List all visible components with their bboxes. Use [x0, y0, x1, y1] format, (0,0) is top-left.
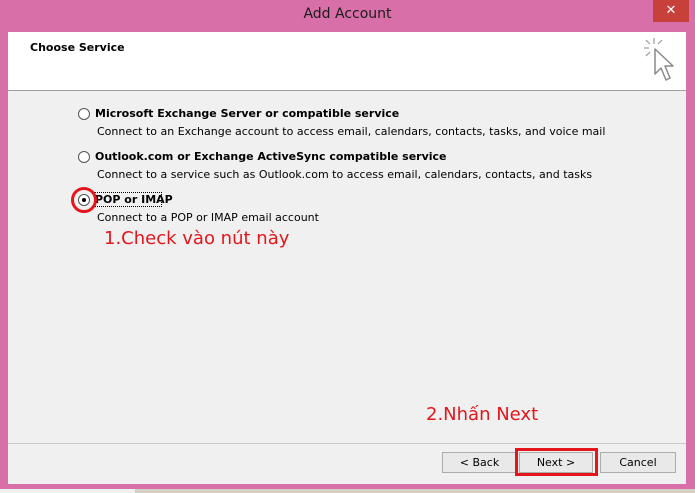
- header-band: Choose Service: [8, 32, 686, 91]
- option-pop-imap-label[interactable]: POP or IMAP: [95, 193, 173, 206]
- back-button[interactable]: < Back: [442, 452, 517, 473]
- radio-outlook-activesync[interactable]: [78, 151, 90, 163]
- radio-exchange[interactable]: [78, 108, 90, 120]
- cancel-button[interactable]: Cancel: [600, 452, 676, 473]
- close-icon: ✕: [665, 3, 677, 18]
- taskbar-right: [135, 489, 695, 493]
- title-bar: Add Account ✕: [0, 0, 695, 32]
- option-outlook-activesync-description: Connect to a service such as Outlook.com…: [97, 168, 593, 181]
- cursor-sparkle-icon: [644, 38, 674, 81]
- annotation-circle: [71, 187, 97, 213]
- annotation-step2: 2.Nhấn Next: [426, 404, 539, 425]
- annotation-step1: 1.Check vào nút này: [104, 228, 290, 249]
- close-button[interactable]: ✕: [653, 0, 689, 22]
- page-title: Choose Service: [30, 41, 125, 54]
- dialog-body: Choose Service Microsoft Exchange Server…: [8, 32, 686, 484]
- taskbar-left: [0, 489, 135, 493]
- window-title: Add Account: [303, 6, 392, 22]
- option-exchange-label[interactable]: Microsoft Exchange Server or compatible …: [95, 107, 399, 120]
- option-outlook-activesync-label[interactable]: Outlook.com or Exchange ActiveSync compa…: [95, 150, 447, 163]
- add-account-window: Add Account ✕ Choose Service Microsoft E: [0, 0, 695, 493]
- annotation-next-highlight: [515, 448, 598, 476]
- footer-divider: [8, 443, 686, 444]
- option-pop-imap-description: Connect to a POP or IMAP email account: [97, 211, 319, 224]
- option-exchange-description: Connect to an Exchange account to access…: [97, 125, 606, 138]
